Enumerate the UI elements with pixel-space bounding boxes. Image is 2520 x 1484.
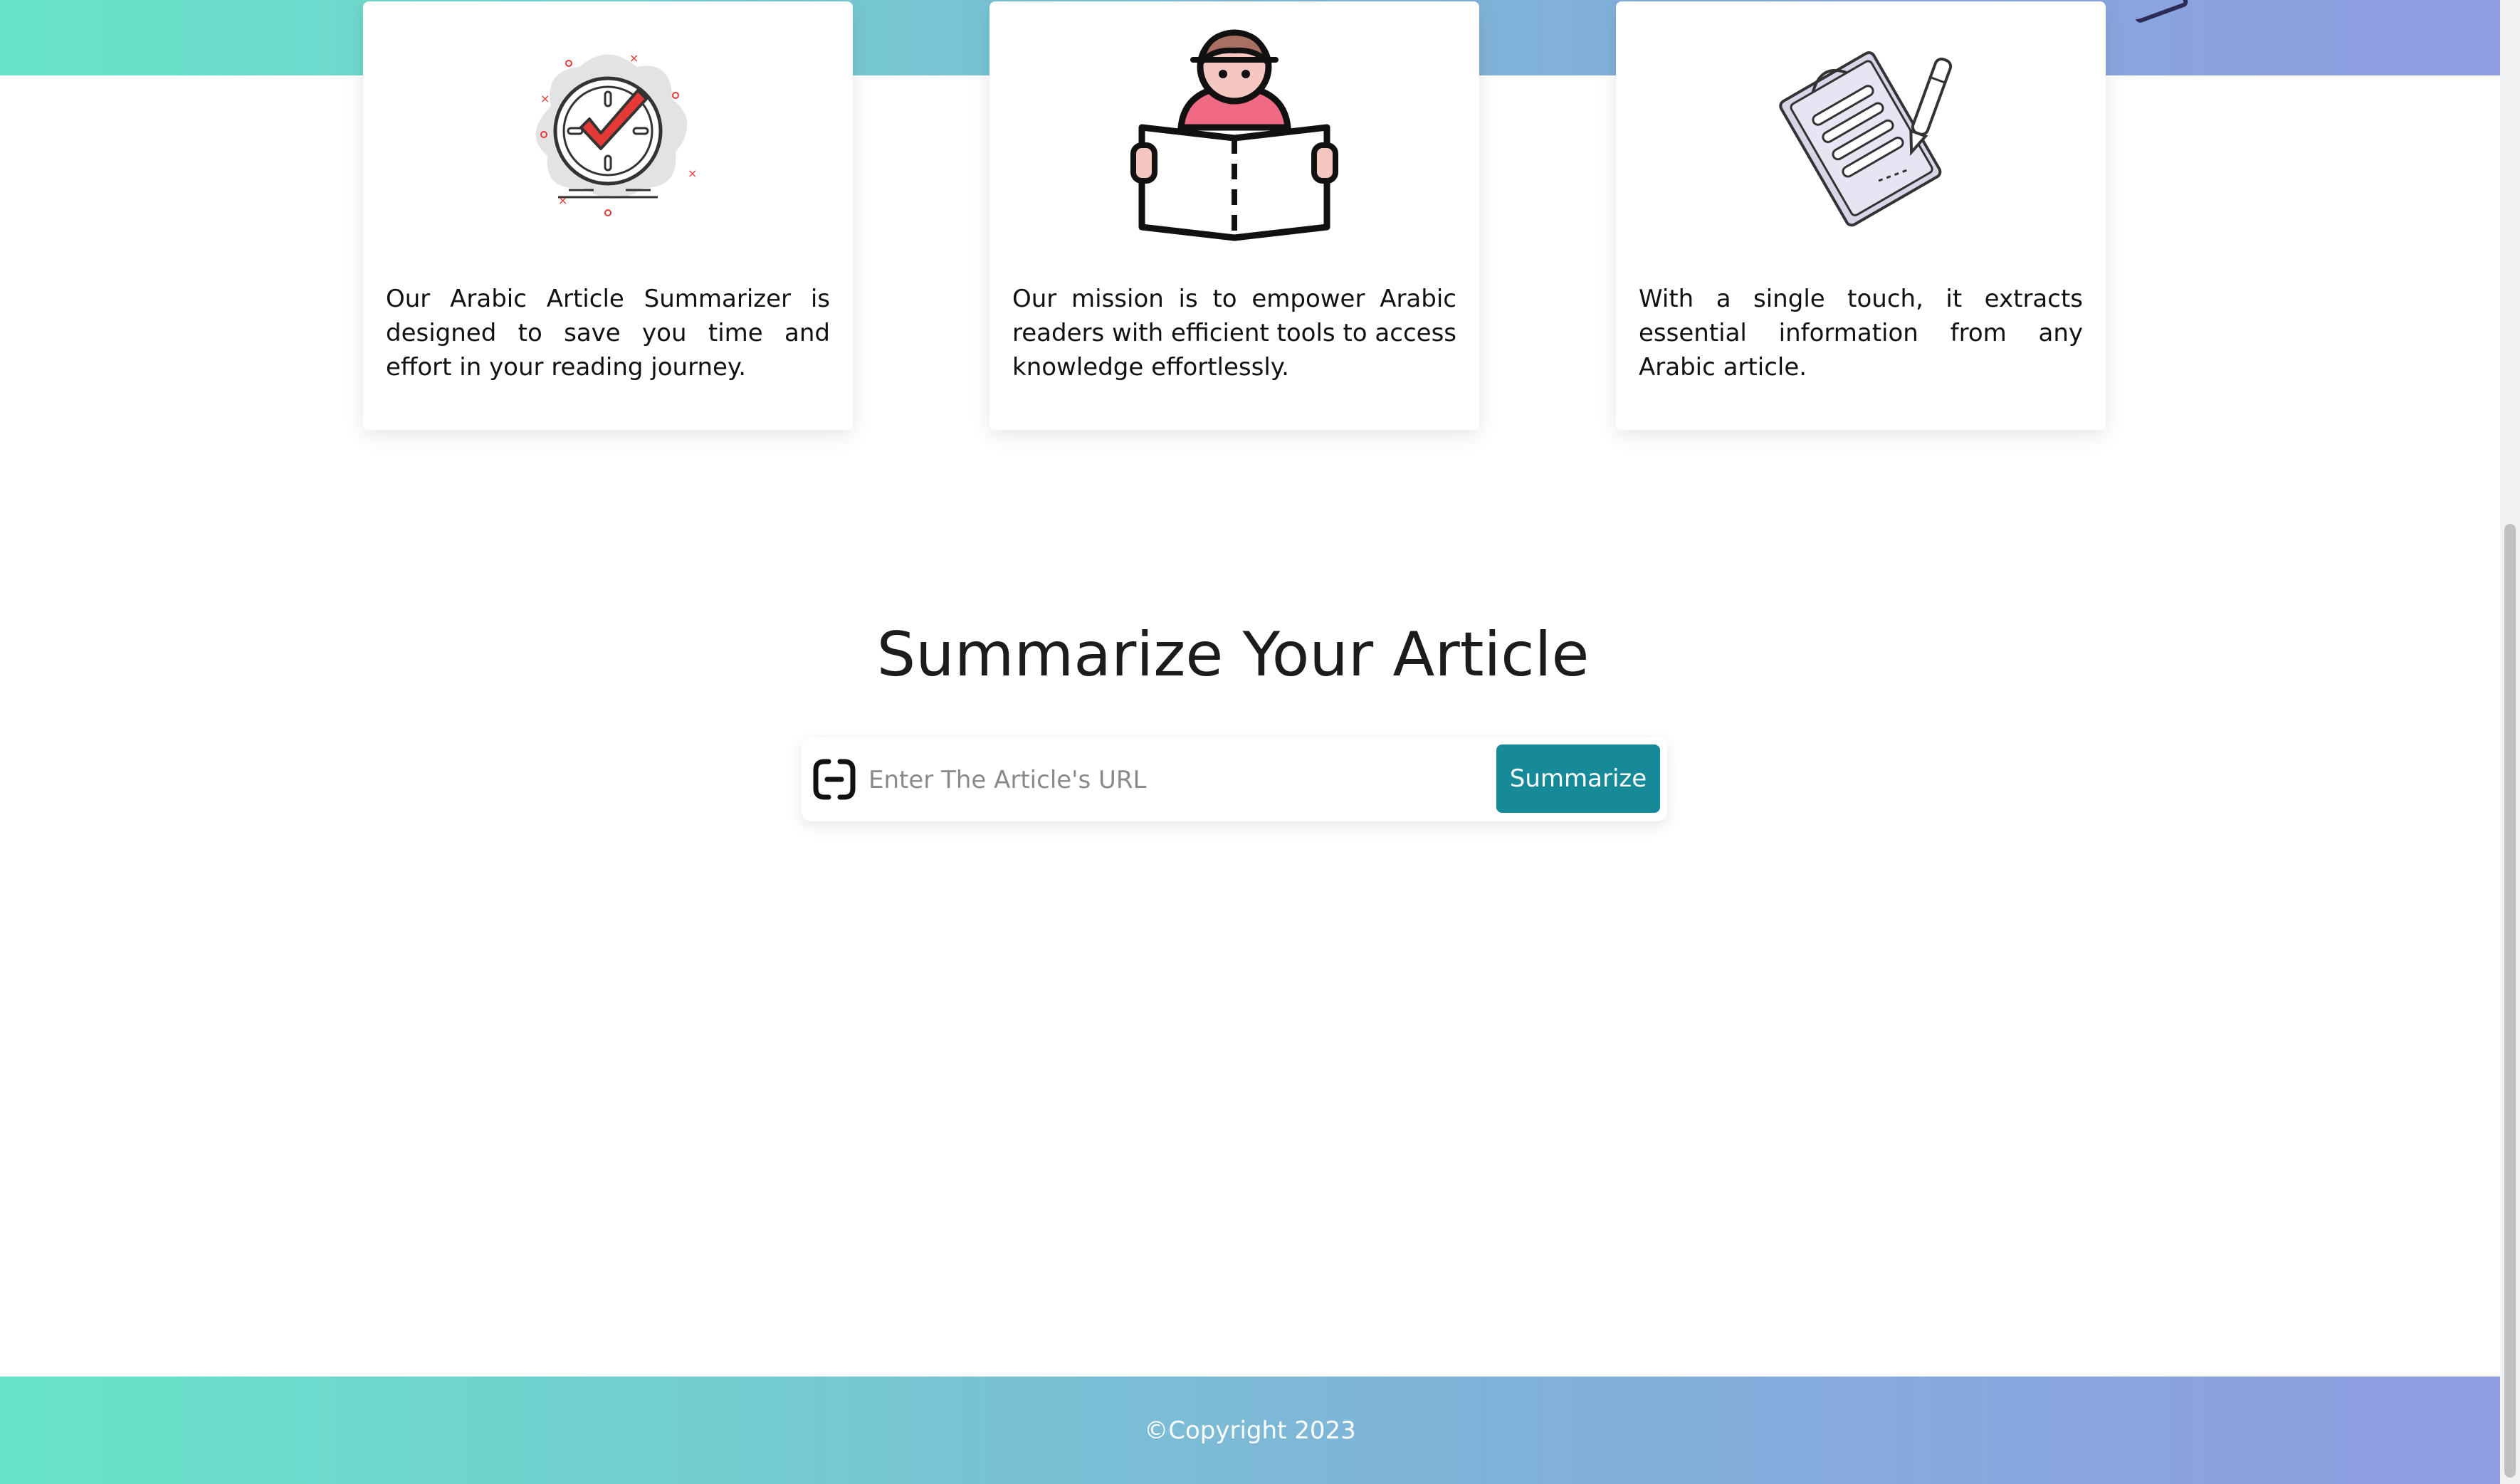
url-search-box: Summarize xyxy=(802,737,1667,821)
summarize-button[interactable]: Summarize xyxy=(1496,744,1660,813)
link-icon xyxy=(812,757,857,801)
footer-copyright: ©Copyright 2023 xyxy=(1144,1416,1356,1445)
svg-text:×: × xyxy=(540,92,550,105)
feature-card-text: Our mission is to empower Arabic readers… xyxy=(1012,285,1456,381)
summarize-title: Summarize Your Article xyxy=(876,619,1590,690)
svg-text:×: × xyxy=(688,167,697,180)
feature-card-extract: With a single touch, it extracts essenti… xyxy=(1616,1,2106,430)
feature-card-text: With a single touch, it extracts essenti… xyxy=(1639,285,2083,381)
feature-card-time: × × × × Our Arabic Article Summarizer is… xyxy=(363,1,853,430)
footer: ©Copyright 2023 xyxy=(0,1377,2500,1484)
document-pen-icon xyxy=(1616,10,2106,259)
feature-card-text: Our Arabic Article Summarizer is designe… xyxy=(386,285,830,381)
svg-text:×: × xyxy=(558,194,567,207)
scrollbar-thumb[interactable] xyxy=(2504,524,2516,1478)
article-url-input[interactable] xyxy=(867,756,1496,804)
svg-text:×: × xyxy=(629,51,639,65)
reader-icon xyxy=(989,10,1479,259)
feature-card-mission: Our mission is to empower Arabic readers… xyxy=(989,1,1479,430)
clock-check-icon: × × × × xyxy=(363,10,853,259)
